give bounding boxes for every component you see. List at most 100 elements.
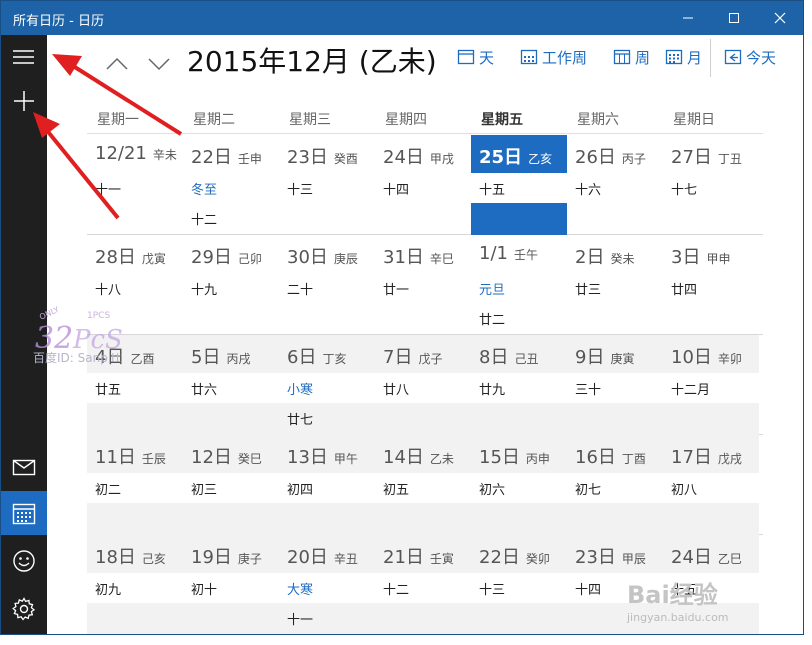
event-area[interactable]	[87, 403, 183, 435]
day-number: 22日 癸卯	[479, 543, 550, 569]
ganzhi-label: 甲戌	[429, 152, 454, 166]
event-area[interactable]	[471, 503, 567, 535]
settings-button[interactable]	[1, 587, 47, 631]
lunar-day-label: 十三	[287, 183, 314, 198]
event-area[interactable]	[183, 303, 279, 335]
calendar-button[interactable]	[1, 491, 47, 535]
day-cell[interactable]: 7日 戊子 廿八	[375, 335, 471, 435]
event-area[interactable]	[183, 603, 279, 634]
day-cell[interactable]: 31日 辛巳 廿一	[375, 235, 471, 335]
day-cell[interactable]: 8日 己丑 廿九	[471, 335, 567, 435]
lunar-day-label: 廿六	[191, 383, 218, 398]
day-cell-today[interactable]: 25日 乙亥 十五	[471, 135, 567, 235]
day-cell[interactable]: 21日 壬寅 十二	[375, 535, 471, 634]
day-number: 16日 丁酉	[575, 443, 646, 469]
day-cell[interactable]: 6日 丁亥 小寒 廿七	[279, 335, 375, 435]
day-cell[interactable]: 23日 癸酉 十三	[279, 135, 375, 235]
day-cell[interactable]: 26日 丙子 十六	[567, 135, 663, 235]
event-area[interactable]	[375, 203, 471, 235]
lunar-day-label: 十八	[95, 283, 122, 298]
day-number: 11日 壬辰	[95, 443, 166, 469]
event-area[interactable]	[471, 603, 567, 634]
event-area[interactable]	[471, 203, 567, 235]
hamburger-menu-button[interactable]	[1, 35, 47, 79]
day-cell[interactable]: 11日 壬辰 初二	[87, 435, 183, 535]
event-area[interactable]	[663, 203, 759, 235]
day-cell[interactable]: 13日 甲午 初四	[279, 435, 375, 535]
event-area[interactable]	[375, 503, 471, 535]
ganzhi-label: 甲午	[333, 452, 358, 466]
event-area[interactable]	[567, 503, 663, 535]
event-area[interactable]	[663, 503, 759, 535]
day-cell[interactable]: 30日 庚辰 二十	[279, 235, 375, 335]
ganzhi-label: 丙申	[525, 452, 550, 466]
weekday-label: 星期四	[385, 112, 427, 128]
day-cell[interactable]: 3日 甲申 廿四	[663, 235, 759, 335]
day-cell[interactable]: 2日 癸未 廿三	[567, 235, 663, 335]
event-area[interactable]	[663, 403, 759, 435]
week-row: 11日 壬辰 初二 12日 癸巳 初三 13日 甲午 初四 14日 乙未 初五 15日 丙申 初六 16日 丁酉…	[87, 435, 763, 535]
day-cell[interactable]: 9日 庚寅 三十	[567, 335, 663, 435]
day-cell[interactable]: 22日 癸卯 十三	[471, 535, 567, 634]
event-area[interactable]	[375, 603, 471, 634]
day-cell[interactable]: 22日 壬申 冬至 十二	[183, 135, 279, 235]
day-number-text: 12日	[191, 447, 232, 468]
ganzhi-label: 庚子	[237, 552, 262, 566]
mail-button[interactable]	[1, 445, 47, 489]
window-title: 所有日历 - 日历	[13, 14, 104, 29]
day-cell[interactable]: 10日 辛卯 十二月	[663, 335, 759, 435]
event-area[interactable]	[663, 303, 759, 335]
event-area[interactable]	[279, 203, 375, 235]
event-area[interactable]	[183, 403, 279, 435]
event-area[interactable]	[87, 203, 183, 235]
week-row: 12/21 辛未 十一 22日 壬申 冬至 十二 23日 癸酉 十三 24日 甲戌 十四 25日 乙亥 十五 2…	[87, 135, 763, 235]
chevron-up-icon	[106, 57, 128, 70]
event-area[interactable]	[567, 203, 663, 235]
day-cell[interactable]: 19日 庚子 初十	[183, 535, 279, 634]
day-cell[interactable]: 29日 己卯 十九	[183, 235, 279, 335]
feedback-button[interactable]	[1, 539, 47, 583]
day-cell[interactable]: 27日 丁丑 十七	[663, 135, 759, 235]
day-number-text: 11日	[95, 447, 136, 468]
day-cell[interactable]: 20日 辛丑 大寒 十一	[279, 535, 375, 634]
previous-month-button[interactable]	[99, 47, 135, 79]
event-area[interactable]	[375, 303, 471, 335]
event-area[interactable]	[567, 303, 663, 335]
day-cell[interactable]: 5日 丙戌 廿六	[183, 335, 279, 435]
event-area[interactable]	[87, 503, 183, 535]
lunar-day-label: 廿五	[95, 383, 122, 398]
event-area[interactable]	[183, 503, 279, 535]
chevron-down-icon	[148, 58, 170, 71]
event-area[interactable]	[87, 603, 183, 634]
day-cell[interactable]: 18日 己亥 初九	[87, 535, 183, 634]
day-cell[interactable]: 24日 甲戌 十四	[375, 135, 471, 235]
day-number: 3日 甲申	[671, 243, 730, 269]
event-area[interactable]	[279, 503, 375, 535]
minimize-icon	[683, 17, 693, 19]
next-month-button[interactable]	[141, 47, 177, 79]
ganzhi-label: 乙巳	[717, 552, 742, 566]
day-cell[interactable]: 12日 癸巳 初三	[183, 435, 279, 535]
minimize-button[interactable]	[665, 1, 711, 35]
day-cell[interactable]: 17日 戊戌 初八	[663, 435, 759, 535]
lunar-day-label: 初五	[383, 483, 410, 498]
day-number: 30日 庚辰	[287, 243, 358, 269]
maximize-button[interactable]	[711, 1, 757, 35]
day-cell[interactable]: 14日 乙未 初五	[375, 435, 471, 535]
event-area[interactable]	[279, 303, 375, 335]
close-icon	[774, 12, 786, 24]
new-event-button[interactable]	[1, 79, 47, 123]
event-area[interactable]	[471, 403, 567, 435]
day-number: 10日 辛卯	[671, 343, 742, 369]
close-button[interactable]	[757, 1, 803, 35]
event-area[interactable]	[567, 403, 663, 435]
day-cell[interactable]: 16日 丁酉 初七	[567, 435, 663, 535]
calendar-icon	[12, 503, 36, 525]
event-area[interactable]	[375, 403, 471, 435]
day-number: 29日 己卯	[191, 243, 262, 269]
lunar-day-label: 十四	[575, 583, 602, 598]
day-cell[interactable]: 15日 丙申 初六	[471, 435, 567, 535]
day-cell[interactable]: 12/21 辛未 十一	[87, 135, 183, 235]
smiley-icon	[13, 550, 35, 572]
day-cell[interactable]: 1/1 壬午 元旦 廿二	[471, 235, 567, 335]
